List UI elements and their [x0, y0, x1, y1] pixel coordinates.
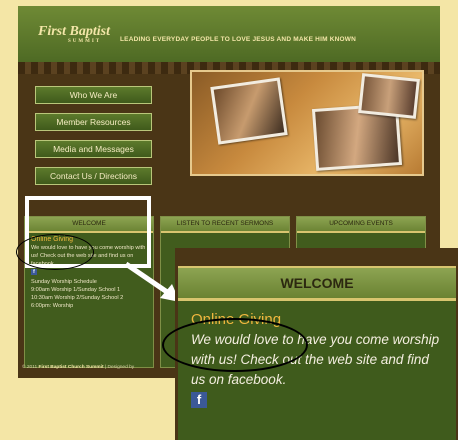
logo-subtitle: SUMMIT — [68, 39, 102, 44]
hero-photo-collage — [190, 70, 424, 176]
photo-group — [358, 73, 420, 119]
church-logo[interactable]: First Baptist SUMMIT — [38, 24, 110, 44]
photo-congregation — [210, 77, 288, 145]
site-header: First Baptist SUMMIT LEADING EVERYDAY PE… — [18, 6, 440, 64]
nav-media-and-messages[interactable]: Media and Messages — [35, 140, 152, 158]
footer-church-name: First Baptist Church Summit — [38, 365, 104, 370]
logo-text: First Baptist — [38, 24, 110, 39]
main-navigation: Who We Are Member Resources Media and Me… — [35, 86, 152, 194]
sermons-heading[interactable]: LISTEN TO RECENT SERMONS — [161, 217, 289, 233]
highlight-oval-small — [16, 234, 94, 270]
nav-contact-directions[interactable]: Contact Us / Directions — [35, 167, 152, 185]
nav-who-we-are[interactable]: Who We Are — [35, 86, 152, 104]
footer-designer: | Designed by — [104, 365, 135, 370]
site-tagline: LEADING EVERYDAY PEOPLE TO LOVE JESUS AN… — [120, 36, 356, 43]
highlight-oval-large — [162, 318, 308, 372]
zoomed-welcome-heading: WELCOME — [178, 268, 456, 301]
nav-member-resources[interactable]: Member Resources — [35, 113, 152, 131]
events-heading[interactable]: UPCOMING EVENTS — [297, 217, 425, 233]
facebook-icon[interactable]: f — [31, 269, 37, 275]
zoomed-facebook-icon[interactable]: f — [191, 392, 207, 408]
footer-copyright: © 2011 — [22, 365, 38, 370]
